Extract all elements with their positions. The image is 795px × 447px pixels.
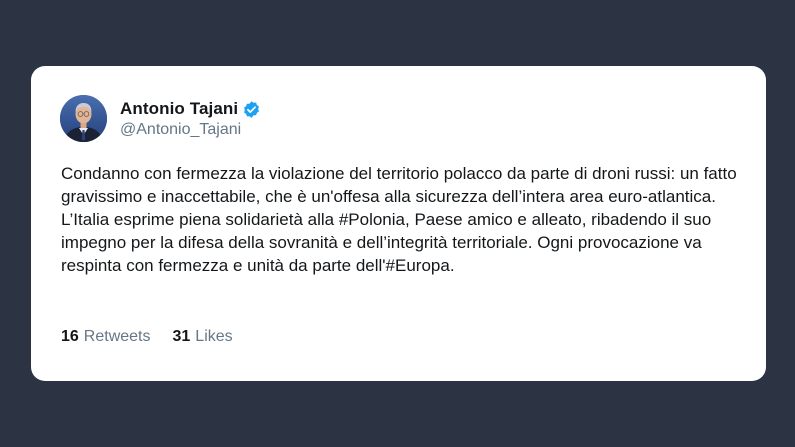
tweet-card: Antonio Tajani @Antonio_Tajani Condanno … [31,66,766,381]
retweets-stat[interactable]: 16 Retweets [61,328,151,346]
likes-label: Likes [195,328,233,345]
likes-count: 31 [172,328,191,345]
avatar[interactable] [60,95,107,142]
likes-stat[interactable]: 31 Likes [173,328,233,346]
tweet-stats: 16 Retweets 31 Likes [61,328,255,346]
tweet-text: Condanno con fermezza la violazione del … [61,164,737,275]
retweets-count: 16 [61,328,79,345]
verified-badge-icon [242,100,261,119]
author-name-row: Antonio Tajani [120,99,261,119]
author-display-name[interactable]: Antonio Tajani [120,99,238,119]
retweets-label: Retweets [83,328,151,345]
author-handle[interactable]: @Antonio_Tajani [120,121,241,139]
profile-photo-icon [60,95,107,142]
